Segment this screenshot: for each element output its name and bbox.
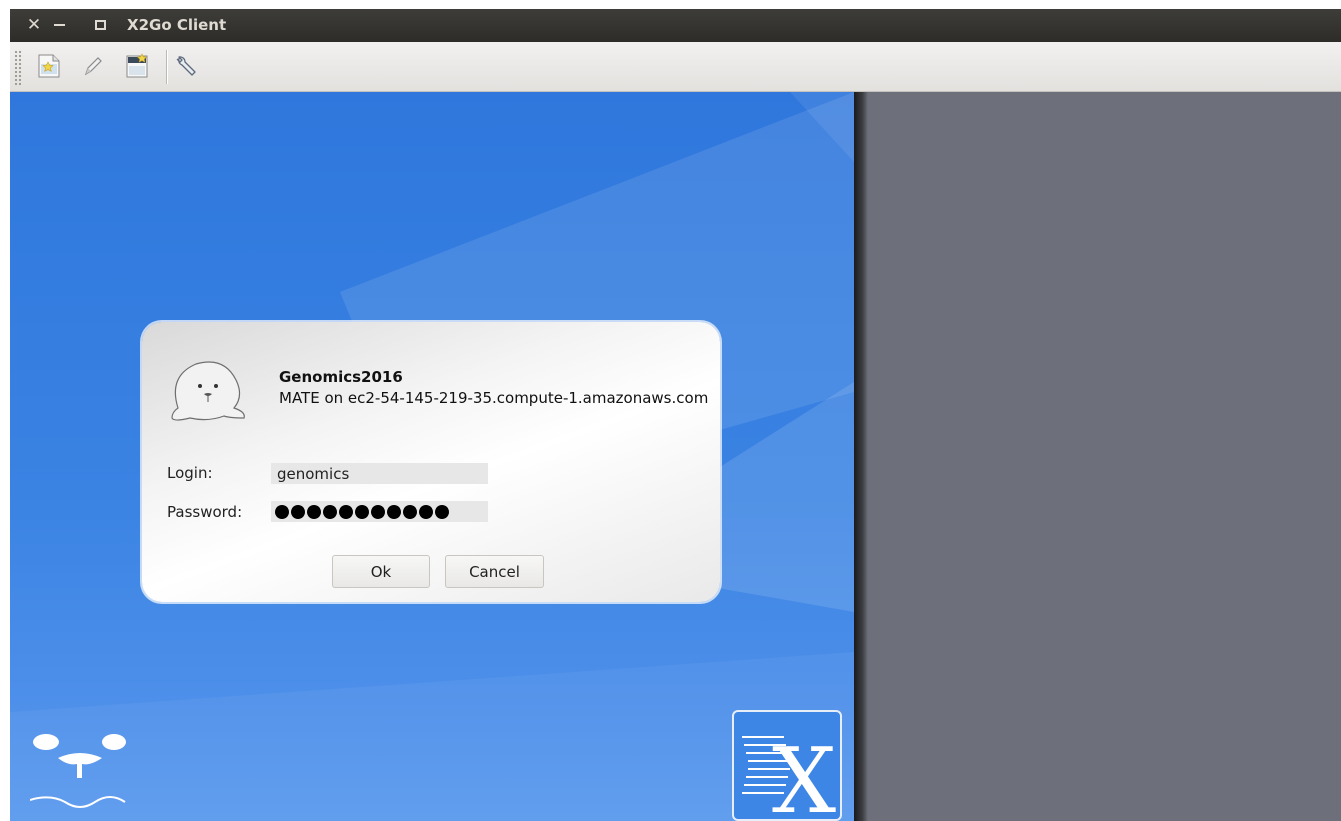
session-avatar <box>164 356 250 432</box>
minimize-window-button[interactable] <box>49 15 69 35</box>
settings-wrench-icon <box>176 56 196 76</box>
session-export-icon <box>126 53 148 78</box>
cancel-button[interactable]: Cancel <box>445 555 544 588</box>
toolbar-grip[interactable] <box>14 50 22 86</box>
password-mask <box>271 501 488 522</box>
password-mask-dot <box>371 504 385 519</box>
new-session-button[interactable] <box>35 52 63 80</box>
settings-button[interactable] <box>173 52 201 80</box>
minimize-icon <box>53 24 65 26</box>
password-input[interactable] <box>271 501 488 522</box>
password-mask-dot <box>291 504 305 519</box>
pane-divider <box>854 92 868 821</box>
password-mask-dot <box>275 504 289 519</box>
svg-text:X: X <box>772 729 836 819</box>
session-name: Genomics2016 <box>279 368 403 386</box>
password-mask-dot <box>387 504 401 519</box>
login-dialog: Genomics2016 MATE on ec2-54-145-219-35.c… <box>142 322 720 602</box>
session-pane: X Genomics2016 MATE on ec2-54-145-219-35… <box>10 92 854 821</box>
toolbar-separator <box>166 50 167 84</box>
edit-session-icon <box>84 57 102 76</box>
window-title: X2Go Client <box>127 16 227 34</box>
login-label: Login: <box>167 464 213 482</box>
x2go-client-window: ✕ X2Go Client X Genomics2016 MATE on ec2… <box>10 9 1341 821</box>
password-label: Password: <box>167 503 243 521</box>
password-mask-dot <box>339 504 353 519</box>
session-description: MATE on ec2-54-145-219-35.compute-1.amaz… <box>279 389 709 407</box>
password-mask-dot <box>403 504 417 519</box>
new-session-icon <box>38 54 60 78</box>
password-mask-dot <box>307 504 321 519</box>
toolbar <box>10 42 1341 92</box>
ok-button[interactable]: Ok <box>332 555 430 588</box>
login-input[interactable] <box>271 463 488 484</box>
password-mask-dot <box>435 504 449 519</box>
password-mask-dot <box>323 504 337 519</box>
close-window-button[interactable]: ✕ <box>24 15 44 35</box>
session-export-button[interactable] <box>124 52 152 80</box>
password-mask-dot <box>419 504 433 519</box>
maximize-window-button[interactable] <box>90 15 110 35</box>
edit-session-button[interactable] <box>79 52 107 80</box>
x-window-system-logo: X <box>732 710 842 821</box>
password-mask-dot <box>355 504 369 519</box>
seal-mascot-logo <box>29 702 130 816</box>
title-bar: ✕ X2Go Client <box>10 9 1341 42</box>
maximize-icon <box>94 20 106 30</box>
